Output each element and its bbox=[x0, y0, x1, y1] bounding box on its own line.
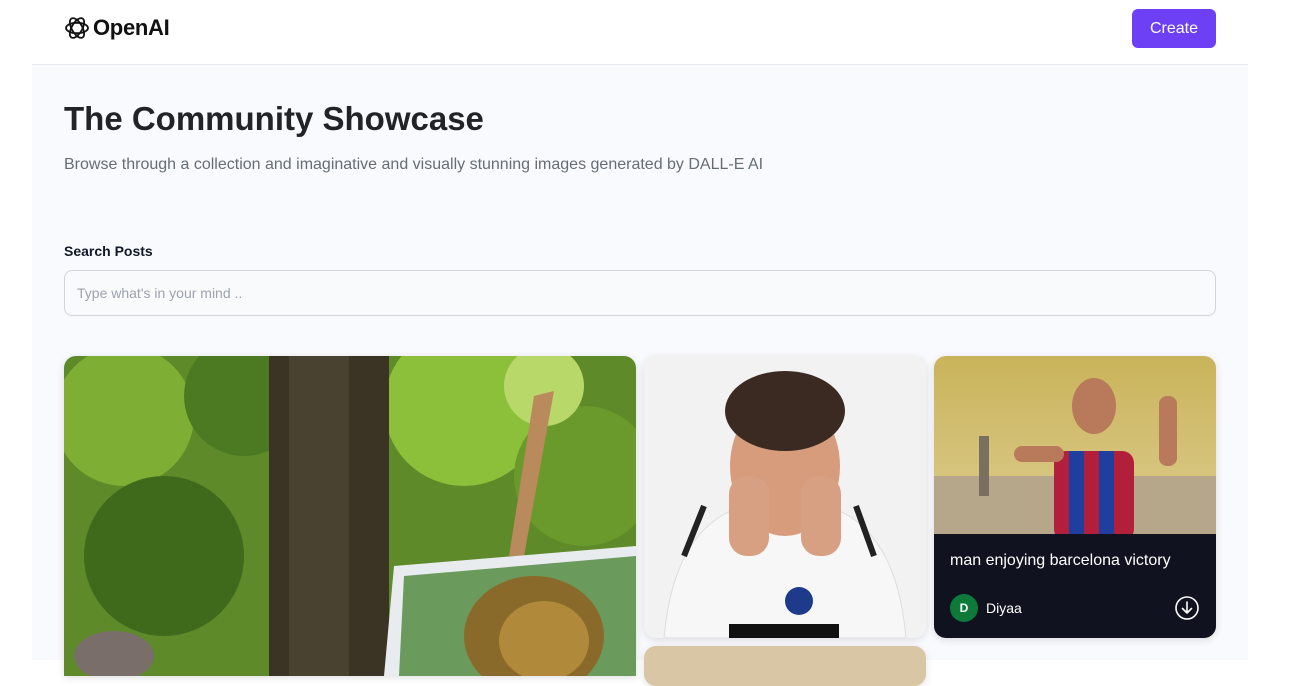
top-navbar: OpenAI Create bbox=[32, 0, 1248, 65]
post-card-lion-painting[interactable] bbox=[64, 356, 636, 676]
partial-post-image bbox=[644, 646, 926, 686]
search-input[interactable] bbox=[64, 270, 1216, 316]
post-prompt-text: man enjoying barcelona victory bbox=[950, 552, 1171, 569]
post-card-barcelona-man[interactable]: man enjoying barcelona victory D Diyaa bbox=[934, 356, 1216, 638]
avatar: D bbox=[950, 594, 978, 622]
page-subtitle: Browse through a collection and imaginat… bbox=[64, 156, 764, 173]
search-label: Search Posts bbox=[64, 243, 153, 259]
download-icon[interactable] bbox=[1174, 595, 1200, 621]
logo-text: OpenAI bbox=[93, 15, 170, 40]
stressed-man-image bbox=[644, 356, 926, 638]
lion-painting-image bbox=[64, 356, 636, 676]
post-card-partial[interactable] bbox=[644, 646, 926, 686]
post-author-name: Diyaa bbox=[986, 600, 1022, 616]
post-card-stressed-man[interactable] bbox=[644, 356, 926, 638]
create-button[interactable]: Create bbox=[1132, 9, 1216, 48]
post-meta: D Diyaa bbox=[950, 594, 1200, 622]
logo[interactable]: OpenAI bbox=[63, 14, 170, 42]
openai-logo-icon bbox=[65, 17, 89, 39]
post-caption-overlay: man enjoying barcelona victory D Diyaa bbox=[934, 534, 1216, 638]
page-title: The Community Showcase bbox=[64, 100, 484, 137]
